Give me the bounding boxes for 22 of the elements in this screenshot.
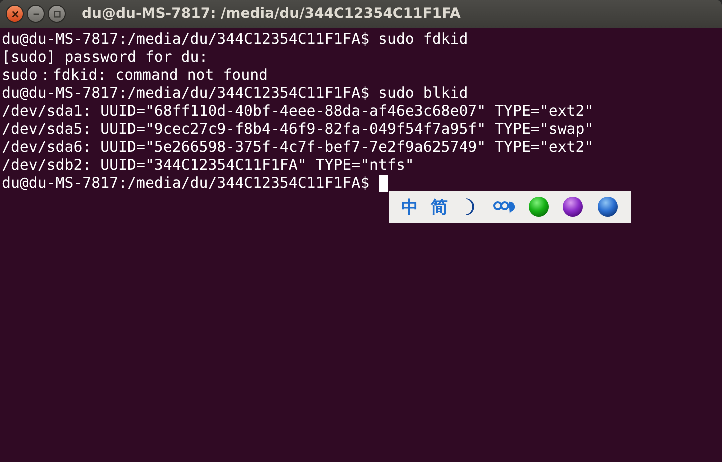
sphere-icon[interactable]	[562, 196, 584, 218]
sphere-icon[interactable]	[528, 196, 550, 218]
close-icon	[10, 10, 20, 18]
terminal-line: du@du-MS-7817:/media/du/344C12354C11F1FA$ sudo fdkid	[2, 30, 470, 48]
text-cursor	[378, 174, 388, 192]
maximize-button[interactable]	[48, 5, 66, 23]
terminal-line: /dev/sda5: UUID="9cec27c9-f8b4-46f9-82fa-049f54f7a95f" TYPE="swap"	[2, 120, 595, 138]
minimize-button[interactable]	[27, 5, 45, 23]
close-button[interactable]	[6, 5, 24, 23]
terminal-line: /dev/sdb2: UUID="344C12354C11F1FA" TYPE="ntfs"	[2, 156, 416, 174]
terminal-line: sudo：fdkid: command not found	[2, 66, 270, 84]
maximize-icon	[52, 10, 62, 18]
terminal-prompt: du@du-MS-7817:/media/du/344C12354C11F1FA$	[2, 174, 370, 192]
simplified-mode-toggle[interactable]: 简	[430, 196, 448, 218]
terminal-line: [sudo] password for du:	[2, 48, 210, 66]
dots-icon[interactable]	[492, 199, 515, 215]
terminal-line: /dev/sda1: UUID="68ff110d-40bf-4eee-88da-af46e3c68e07" TYPE="ext2"	[2, 102, 595, 120]
chinese-mode-toggle[interactable]: 中	[401, 196, 418, 218]
window-title: du@du-MS-7817: /media/du/344C12354C11F1FA	[82, 6, 461, 22]
terminal-line: /dev/sda6: UUID="5e266598-375f-4c7f-bef7-7e2f9a625749" TYPE="ext2"	[2, 138, 595, 156]
sphere-icon[interactable]	[596, 196, 619, 218]
terminal-line: du@du-MS-7817:/media/du/344C12354C11F1FA$ sudo blkid	[2, 84, 470, 102]
